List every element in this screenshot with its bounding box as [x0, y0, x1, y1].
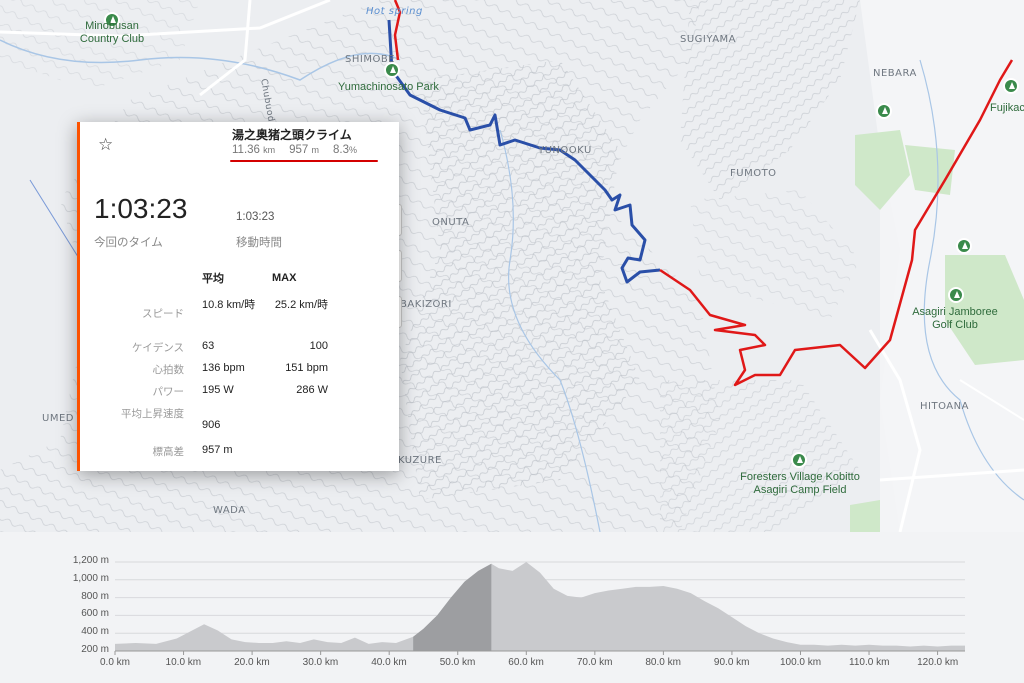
x-tick-label: 0.0 km	[100, 657, 131, 668]
header-avg: 平均	[202, 273, 224, 285]
map-label-nebara: NEBARA	[873, 68, 917, 79]
segment-highlight-area	[413, 563, 492, 651]
moving-time-label: 移動時間	[236, 237, 282, 249]
effort-stats-table: 平均 MAX スピード 10.8 km/時 25.2 km/時 ケイデンス 63…	[110, 270, 328, 466]
y-tick-label: 400 m	[81, 626, 109, 638]
map-label-wada: WADA	[213, 505, 246, 516]
x-tick-label: 30.0 km	[302, 657, 339, 668]
park-pin-icon[interactable]	[956, 238, 972, 254]
row-label: 標高差	[152, 446, 185, 458]
map-label-hotspring: Hot spring	[366, 6, 423, 17]
row-label: 平均上昇速度	[121, 408, 184, 420]
x-tick-label: 20.0 km	[234, 657, 270, 668]
row-avg: 195 W	[202, 384, 234, 396]
moving-time: 1:03:23	[236, 211, 275, 223]
map-label-onuta: ONUTA	[432, 217, 470, 228]
segment-grade: 8.3%	[333, 144, 358, 156]
poi-minobusan[interactable]: Minobusan Country Club	[72, 20, 152, 46]
y-tick-label: 1,000 m	[72, 572, 109, 584]
row-label: ケイデンス	[131, 342, 184, 354]
segment-title[interactable]: 湯之奥猪之頭クライム	[232, 126, 352, 143]
segment-stats: 11.36 km 957 m 8.3%	[232, 144, 357, 156]
row-avg: 10.8 km/時	[202, 299, 256, 311]
poi-yumachinosato[interactable]: Yumachinosato Park	[338, 81, 439, 94]
poi-fujikachoen[interactable]: Fujikachoen	[990, 102, 1024, 115]
x-tick-label: 40.0 km	[371, 657, 407, 668]
row-label: 心拍数	[152, 364, 185, 376]
map-label-bakizori: BAKIZORI	[400, 299, 452, 310]
map-label-fumoto: FUMOTO	[730, 168, 777, 179]
map-label-kuzure: KUZURE	[398, 455, 442, 466]
map-label-umed: UMED	[42, 413, 74, 424]
segment-elev-gain: 957 m	[289, 144, 320, 156]
elevation-profile[interactable]: 1,200 m 1,000 m 800 m 600 m 400 m 200 m 0.0 k…	[0, 532, 1024, 683]
elapsed-time: 1:03:23	[94, 193, 188, 224]
star-icon[interactable]: ☆	[98, 135, 113, 155]
row-label: スピード	[142, 308, 184, 320]
park-pin-icon[interactable]	[1003, 78, 1019, 94]
y-tick-label: 600 m	[81, 608, 109, 620]
y-tick-label: 800 m	[81, 590, 109, 602]
park-pin-icon[interactable]	[384, 62, 400, 78]
annotation-underline	[230, 160, 378, 162]
row-max: 100	[309, 340, 328, 352]
row-max: 25.2 km/時	[274, 299, 328, 311]
segment-distance: 11.36 km	[232, 144, 276, 156]
park-pin-icon[interactable]	[876, 103, 892, 119]
row-avg: 957 m	[202, 444, 233, 456]
row-max	[272, 444, 328, 466]
y-tick-label: 1,200 m	[72, 555, 109, 566]
row-max: 286 W	[296, 384, 328, 396]
row-avg: 136 bpm	[202, 362, 245, 374]
row-avg: 906	[202, 419, 221, 431]
map-label-sugiyama: SUGIYAMA	[680, 34, 737, 45]
header-max: MAX	[272, 272, 297, 284]
x-tick-label: 50.0 km	[439, 657, 476, 668]
segment-effort-card[interactable]: ☆ 湯之奥猪之頭クライム 11.36 km 957 m 8.3% 1:03:23 今…	[77, 122, 399, 471]
row-max	[272, 406, 328, 444]
x-tick-label: 10.0 km	[165, 657, 202, 668]
park-pin-icon[interactable]	[791, 452, 807, 468]
poi-foresters-village[interactable]: Foresters Village Kobitto Asagiri Camp F…	[720, 471, 880, 497]
x-tick-label: 120.0 km	[917, 657, 959, 668]
map-label-hitoana: HITOANA	[920, 401, 969, 412]
x-tick-label: 90.0 km	[713, 657, 750, 668]
map-label-yunooku: YUNOOKU	[538, 145, 592, 156]
poi-asagiri-golf[interactable]: Asagiri Jamboree Golf Club	[905, 306, 1005, 332]
elapsed-time-label: 今回のタイム	[94, 237, 163, 249]
park-pin-icon[interactable]	[948, 287, 964, 303]
row-avg: 63	[202, 340, 215, 352]
x-tick-label: 110.0 km	[849, 657, 890, 668]
elevation-area	[115, 562, 965, 651]
row-max: 151 bpm	[285, 362, 328, 374]
x-tick-label: 100.0 km	[779, 657, 822, 668]
row-label: パワー	[152, 386, 185, 398]
x-tick-label: 70.0 km	[576, 657, 613, 668]
x-tick-label: 80.0 km	[645, 657, 681, 668]
x-tick-label: 60.0 km	[508, 657, 544, 668]
y-tick-label: 200 m	[81, 644, 109, 655]
